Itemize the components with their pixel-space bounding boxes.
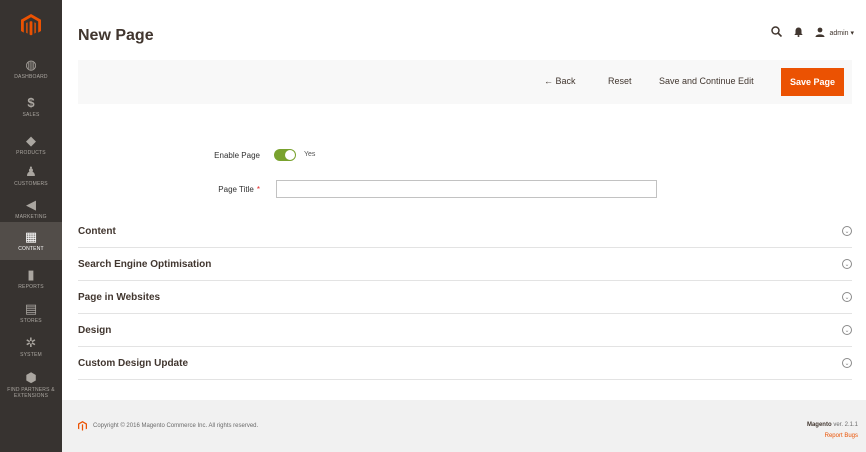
sidebar-item-stores[interactable]: ▤ STORES (0, 294, 62, 332)
sidebar-item-dashboard[interactable]: ◍ DASHBOARD (0, 50, 62, 88)
footer-version: Magento ver. 2.1.1 Report Bugs (807, 420, 858, 442)
enable-page-value: Yes (304, 151, 316, 158)
section-title: Content (78, 225, 116, 237)
chevron-down-icon: ⌄ (842, 325, 852, 335)
sidebar-item-label: MARKETING (15, 213, 47, 220)
required-mark: * (256, 185, 260, 194)
bell-icon[interactable] (794, 26, 804, 40)
puzzle-icon: ⬢ (25, 370, 37, 385)
chevron-down-icon: ⌄ (842, 292, 852, 302)
magento-logo-icon (21, 14, 41, 36)
section-content[interactable]: Content ⌄ (78, 215, 852, 248)
admin-sidebar: ◍ DASHBOARD $ SALES ◆ PRODUCTS ♟ CUSTOME… (0, 0, 62, 452)
page-title-input[interactable] (276, 180, 657, 198)
section-title: Search Engine Optimisation (78, 258, 212, 270)
sidebar-item-reports[interactable]: ▮ REPORTS (0, 260, 62, 298)
page-title-label: Page Title * (160, 185, 260, 194)
dollar-icon: $ (27, 94, 35, 110)
sidebar-item-label: CUSTOMERS (14, 180, 48, 187)
gear-icon: ✲ (25, 334, 37, 350)
magento-logo[interactable] (0, 6, 62, 44)
section-title: Design (78, 324, 112, 336)
chevron-down-icon: ⌄ (842, 358, 852, 368)
chevron-down-icon: ⌄ (842, 226, 852, 236)
enable-page-label: Enable Page (214, 151, 260, 160)
sidebar-item-sales[interactable]: $ SALES (0, 88, 62, 126)
cube-icon: ◆ (26, 132, 36, 148)
user-name: admin ▾ (829, 30, 854, 37)
page-title-label-text: Page Title (218, 185, 254, 194)
section-custom-design-update[interactable]: Custom Design Update ⌄ (78, 347, 852, 380)
toggle-knob (285, 150, 295, 160)
sidebar-item-content[interactable]: ▦ CONTENT (0, 222, 62, 260)
user-menu[interactable]: admin ▾ (815, 26, 854, 40)
megaphone-icon: ◀ (26, 196, 36, 212)
page-actions-bar: ← Back Reset Save and Continue Edit Save… (78, 60, 852, 104)
sidebar-item-label: PRODUCTS (16, 149, 46, 156)
bar-chart-icon: ▮ (27, 266, 35, 282)
sidebar-item-label: FIND PARTNERS & EXTENSIONS (7, 387, 55, 399)
section-page-in-websites[interactable]: Page in Websites ⌄ (78, 281, 852, 314)
sidebar-item-label: STORES (20, 317, 42, 324)
header-actions: admin ▾ (771, 26, 854, 40)
version-text: ver. 2.1.1 (833, 422, 858, 428)
sidebar-item-label: REPORTS (18, 283, 44, 290)
enable-page-toggle[interactable] (274, 149, 296, 161)
page-footer: Copyright © 2016 Magento Commerce Inc. A… (62, 400, 866, 452)
section-design[interactable]: Design ⌄ (78, 314, 852, 347)
layout-icon: ▦ (24, 228, 38, 244)
footer-copyright: Copyright © 2016 Magento Commerce Inc. A… (78, 421, 258, 431)
sidebar-item-label: DASHBOARD (14, 73, 48, 80)
person-icon: ♟ (25, 163, 37, 179)
section-seo[interactable]: Search Engine Optimisation ⌄ (78, 248, 852, 281)
sidebar-item-label: SYSTEM (20, 351, 42, 358)
reset-button[interactable]: Reset (608, 76, 632, 86)
dashboard-icon: ◍ (25, 56, 37, 72)
report-bugs-link[interactable]: Report Bugs (825, 433, 858, 439)
user-icon (815, 26, 825, 40)
section-title: Page in Websites (78, 291, 161, 303)
search-icon[interactable] (771, 26, 783, 40)
store-icon: ▤ (24, 300, 38, 316)
save-page-button[interactable]: Save Page (780, 68, 844, 96)
section-title: Custom Design Update (78, 357, 189, 369)
brand-name: Magento (806, 422, 832, 428)
copyright-text: Copyright © 2016 Magento Commerce Inc. A… (93, 423, 259, 429)
chevron-down-icon: ⌄ (842, 259, 852, 269)
back-button[interactable]: ← Back (544, 76, 576, 86)
magento-logo-icon (78, 421, 87, 431)
sidebar-item-system[interactable]: ✲ SYSTEM (0, 328, 62, 366)
save-and-continue-button[interactable]: Save and Continue Edit (659, 76, 754, 86)
sidebar-item-find-partners[interactable]: ⬢ FIND PARTNERS & EXTENSIONS (0, 362, 62, 408)
page-title: New Page (78, 27, 154, 44)
sidebar-item-label: CONTENT (18, 245, 44, 252)
sidebar-item-label: SALES (22, 111, 40, 118)
